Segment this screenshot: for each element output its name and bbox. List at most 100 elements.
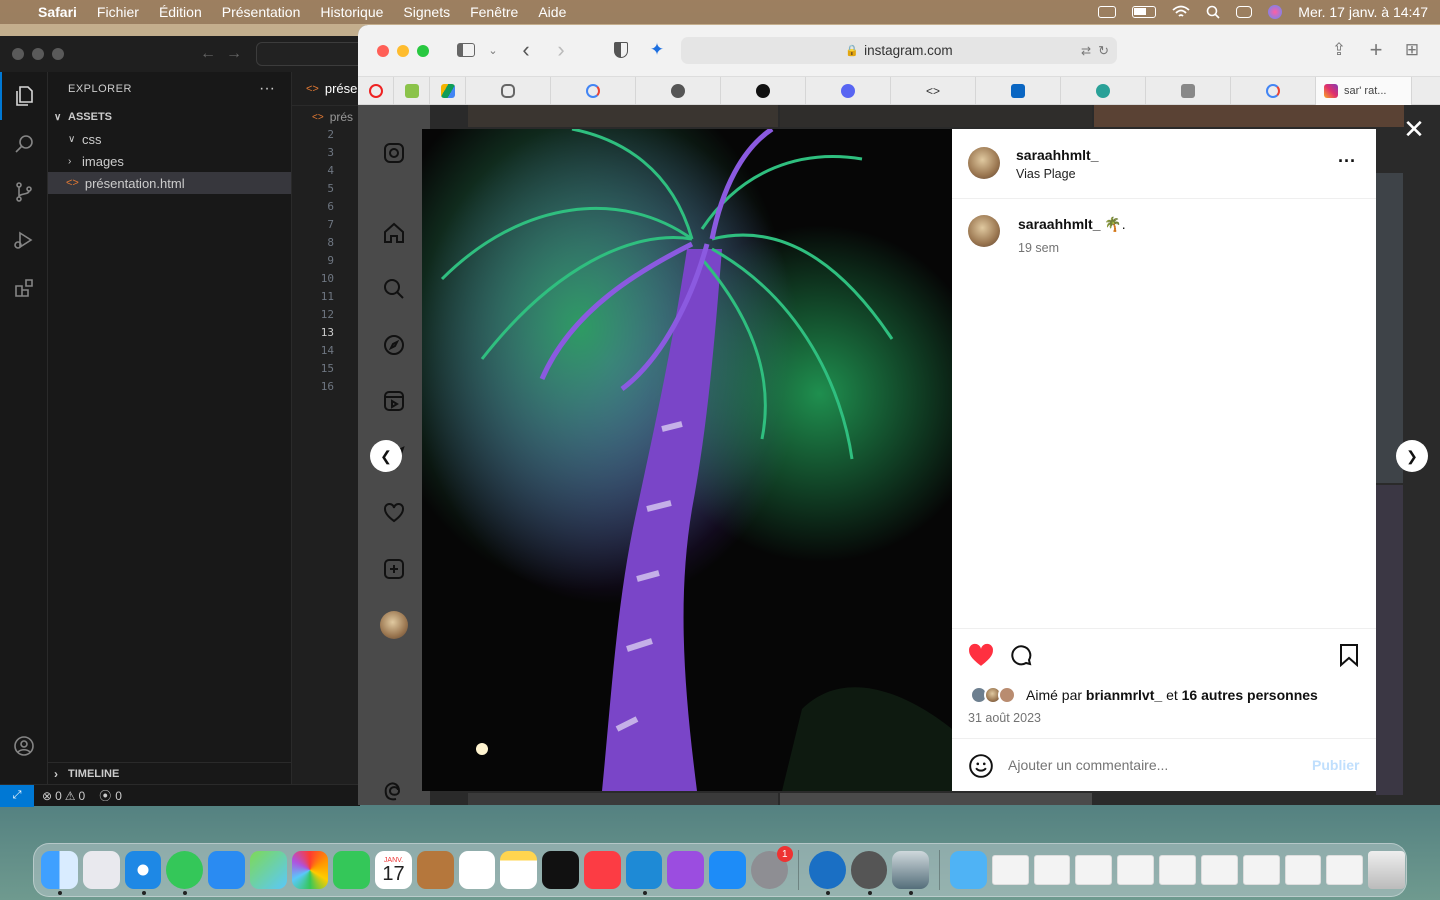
menu-fichier[interactable]: Fichier: [97, 4, 139, 20]
more-options-icon[interactable]: ···: [1338, 151, 1356, 172]
extension-icon[interactable]: ✦: [646, 39, 668, 61]
privacy-shield-icon[interactable]: [610, 39, 632, 61]
home-icon[interactable]: [380, 219, 408, 247]
new-tab-plus-icon[interactable]: +: [1365, 37, 1387, 62]
wifi-icon[interactable]: [1172, 5, 1190, 19]
reels-icon[interactable]: [380, 387, 408, 415]
extensions-icon[interactable]: [0, 264, 48, 312]
app-store-icon[interactable]: [709, 851, 747, 889]
tab-turtle[interactable]: [1061, 77, 1146, 105]
menu-signets[interactable]: Signets: [403, 4, 450, 20]
tab-google[interactable]: [551, 77, 636, 105]
threads-icon[interactable]: [380, 777, 408, 805]
breadcrumb[interactable]: <> prés: [292, 106, 360, 128]
tab-opera[interactable]: [358, 77, 394, 105]
command-center-search[interactable]: [256, 42, 366, 66]
explore-compass-icon[interactable]: [380, 331, 408, 359]
chevron-down-icon[interactable]: ⌄: [482, 39, 504, 61]
window-thumbnail[interactable]: [1117, 855, 1155, 885]
tab-google-2[interactable]: [1231, 77, 1316, 105]
liked-heart-icon[interactable]: [968, 643, 994, 667]
mamp-pro-icon[interactable]: [850, 851, 888, 895]
tab-app[interactable]: [394, 77, 430, 105]
caption-author-avatar[interactable]: [968, 215, 1000, 247]
tab-squarespace[interactable]: [466, 77, 551, 105]
tab-linkedin[interactable]: [976, 77, 1061, 105]
menubar-app-name[interactable]: Safari: [38, 4, 77, 20]
editor-tab[interactable]: <> prése: [292, 72, 360, 106]
source-control-icon[interactable]: [0, 168, 48, 216]
timeline-section[interactable]: › TIMELINE: [48, 762, 291, 784]
ports-icon[interactable]: ⦿: [99, 787, 111, 804]
menubar-datetime[interactable]: Mer. 17 janv. à 14:47: [1298, 4, 1428, 20]
window-thumbnail[interactable]: [1242, 855, 1280, 885]
folder-css[interactable]: ∨ css: [48, 128, 291, 150]
control-center-icon[interactable]: [1236, 6, 1253, 18]
downloads-folder-icon[interactable]: [950, 851, 987, 889]
reload-icon[interactable]: ↻: [1098, 43, 1109, 59]
tab-instagram-active[interactable]: sar' rat...: [1316, 77, 1412, 105]
file-presentation-html[interactable]: <> présentation.html: [48, 172, 291, 194]
tab-grammarly[interactable]: [1146, 77, 1231, 105]
close-modal-icon[interactable]: ✕: [1402, 114, 1426, 144]
mamp-icon[interactable]: [808, 851, 846, 895]
previous-post-button[interactable]: ❮: [370, 440, 402, 472]
back-chevron-icon[interactable]: ‹: [515, 37, 537, 62]
notes-icon[interactable]: [500, 851, 538, 889]
publish-button[interactable]: Publier: [1312, 757, 1359, 773]
vscode-icon[interactable]: [625, 851, 663, 895]
comment-icon[interactable]: [1009, 643, 1033, 667]
window-thumbnail[interactable]: [1033, 855, 1071, 885]
more-actions-icon[interactable]: ···: [259, 80, 275, 98]
post-date[interactable]: 31 août 2023: [968, 711, 1041, 725]
tab-f[interactable]: [721, 77, 806, 105]
accounts-icon[interactable]: [0, 722, 48, 770]
window-thumbnail[interactable]: [1075, 855, 1113, 885]
tab-drive[interactable]: [430, 77, 466, 105]
safari-icon[interactable]: [124, 851, 162, 895]
author-username[interactable]: saraahhmlt_: [1016, 147, 1098, 163]
tab-discord[interactable]: [806, 77, 891, 105]
menu-presentation[interactable]: Présentation: [222, 4, 301, 20]
preview-icon[interactable]: [892, 851, 930, 895]
window-thumbnail[interactable]: [1284, 855, 1322, 885]
likers-avatars[interactable]: [970, 684, 1022, 706]
zoom-window-button[interactable]: [52, 48, 64, 60]
menu-fenetre[interactable]: Fenêtre: [470, 4, 518, 20]
save-bookmark-icon[interactable]: [1338, 643, 1360, 667]
author-avatar[interactable]: [968, 147, 1000, 179]
tab-code[interactable]: <>: [891, 77, 976, 105]
liked-by-user[interactable]: brianmrlvt_: [1086, 687, 1162, 703]
apple-tv-icon[interactable]: [542, 851, 579, 889]
menu-historique[interactable]: Historique: [320, 4, 383, 20]
music-icon[interactable]: [583, 851, 621, 889]
errors-icon[interactable]: ⊗: [42, 789, 52, 803]
photos-icon[interactable]: [291, 851, 329, 889]
tab-overview-icon[interactable]: ⊞: [1401, 39, 1423, 61]
post-location[interactable]: Vias Plage: [1016, 167, 1076, 181]
address-bar[interactable]: 🔒 instagram.com ⇄ ↻: [681, 37, 1117, 64]
minimize-window-button[interactable]: [32, 48, 44, 60]
window-thumbnail[interactable]: [1159, 855, 1196, 885]
instagram-logo-icon[interactable]: [380, 139, 408, 167]
podcasts-icon[interactable]: [667, 851, 705, 889]
facetime-icon[interactable]: [333, 851, 371, 889]
window-thumbnail[interactable]: [1326, 855, 1364, 885]
explorer-icon[interactable]: [0, 72, 48, 120]
launchpad-icon[interactable]: [82, 851, 120, 889]
tab-github[interactable]: [636, 77, 721, 105]
profile-avatar[interactable]: [380, 611, 408, 639]
maps-icon[interactable]: [249, 851, 287, 889]
siri-icon[interactable]: [1268, 5, 1283, 19]
zoom-window-button[interactable]: [417, 45, 429, 57]
forward-arrow-icon[interactable]: →: [226, 45, 242, 63]
caption-username[interactable]: saraahhmlt_: [1018, 216, 1100, 232]
emoji-icon[interactable]: [968, 753, 994, 779]
calendar-icon[interactable]: JANV. 17: [375, 851, 412, 889]
mail-icon[interactable]: [208, 851, 245, 889]
search-icon[interactable]: [0, 120, 48, 168]
close-window-button[interactable]: [377, 45, 389, 57]
menu-edition[interactable]: Édition: [159, 4, 202, 20]
battery-icon[interactable]: [1132, 6, 1157, 18]
search-icon[interactable]: [380, 275, 408, 303]
